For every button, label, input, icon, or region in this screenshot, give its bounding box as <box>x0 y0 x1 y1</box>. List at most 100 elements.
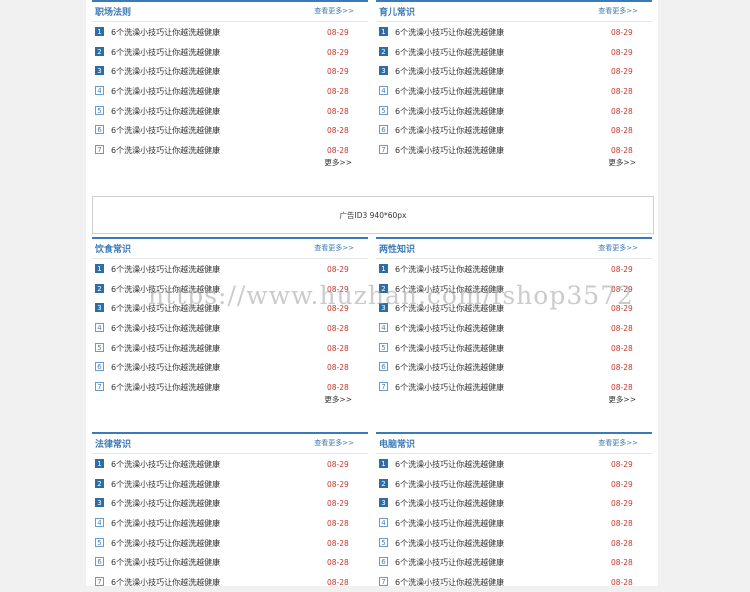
list-item[interactable]: 5 6个洗澡小技巧让你越洗越健康 08-28 <box>92 533 368 553</box>
article-link[interactable]: 6个洗澡小技巧让你越洗越健康 <box>111 498 220 509</box>
article-link[interactable]: 6个洗澡小技巧让你越洗越健康 <box>111 518 220 529</box>
list-item[interactable]: 1 6个洗澡小技巧让你越洗越健康 08-29 <box>92 22 368 42</box>
article-link[interactable]: 6个洗澡小技巧让你越洗越健康 <box>111 538 220 549</box>
list-item[interactable]: 6 6个洗澡小技巧让你越洗越健康 08-28 <box>376 552 652 572</box>
article-link[interactable]: 6个洗澡小技巧让你越洗越健康 <box>111 27 220 38</box>
article-link[interactable]: 6个洗澡小技巧让你越洗越健康 <box>395 343 504 354</box>
article-link[interactable]: 6个洗澡小技巧让你越洗越健康 <box>111 125 220 136</box>
list-item[interactable]: 3 6个洗澡小技巧让你越洗越健康 08-29 <box>376 493 652 513</box>
article-date: 08-28 <box>611 126 633 136</box>
news-list: 1 6个洗澡小技巧让你越洗越健康 08-29 2 6个洗澡小技巧让你越洗越健康 08-29… <box>92 454 368 592</box>
view-more-link[interactable]: 查看更多>> <box>598 6 638 16</box>
article-link[interactable]: 6个洗澡小技巧让你越洗越健康 <box>395 518 504 529</box>
list-item[interactable]: 2 6个洗澡小技巧让你越洗越健康 08-29 <box>376 42 652 62</box>
article-link[interactable]: 6个洗澡小技巧让你越洗越健康 <box>395 382 504 393</box>
article-link[interactable]: 6个洗澡小技巧让你越洗越健康 <box>395 125 504 136</box>
article-link[interactable]: 6个洗澡小技巧让你越洗越健康 <box>395 479 504 490</box>
article-link[interactable]: 6个洗澡小技巧让你越洗越健康 <box>111 145 220 156</box>
list-item[interactable]: 1 6个洗澡小技巧让你越洗越健康 08-29 <box>92 259 368 279</box>
article-link[interactable]: 6个洗澡小技巧让你越洗越健康 <box>111 323 220 334</box>
article-link[interactable]: 6个洗澡小技巧让你越洗越健康 <box>111 382 220 393</box>
article-link[interactable]: 6个洗澡小技巧让你越洗越健康 <box>111 66 220 77</box>
list-item[interactable]: 2 6个洗澡小技巧让你越洗越健康 08-29 <box>92 474 368 494</box>
article-date: 08-29 <box>327 304 349 314</box>
more-link[interactable]: 更多>> <box>608 157 636 168</box>
list-item[interactable]: 6 6个洗澡小技巧让你越洗越健康 08-28 <box>92 120 368 140</box>
article-link[interactable]: 6个洗澡小技巧让你越洗越健康 <box>395 538 504 549</box>
list-item[interactable]: 4 6个洗澡小技巧让你越洗越健康 08-28 <box>376 81 652 101</box>
list-item[interactable]: 4 6个洗澡小技巧让你越洗越健康 08-28 <box>92 318 368 338</box>
panel-title: 育儿常识 <box>379 8 416 18</box>
list-item[interactable]: 4 6个洗澡小技巧让你越洗越健康 08-28 <box>92 81 368 101</box>
list-item[interactable]: 1 6个洗澡小技巧让你越洗越健康 08-29 <box>376 22 652 42</box>
list-item[interactable]: 5 6个洗澡小技巧让你越洗越健康 08-28 <box>376 338 652 358</box>
article-link[interactable]: 6个洗澡小技巧让你越洗越健康 <box>111 47 220 58</box>
article-link[interactable]: 6个洗澡小技巧让你越洗越健康 <box>111 459 220 470</box>
list-item[interactable]: 6 6个洗澡小技巧让你越洗越健康 08-28 <box>92 357 368 377</box>
article-link[interactable]: 6个洗澡小技巧让你越洗越健康 <box>395 362 504 373</box>
article-link[interactable]: 6个洗澡小技巧让你越洗越健康 <box>395 284 504 295</box>
article-link[interactable]: 6个洗澡小技巧让你越洗越健康 <box>395 86 504 97</box>
article-link[interactable]: 6个洗澡小技巧让你越洗越健康 <box>395 264 504 275</box>
list-item[interactable]: 6 6个洗澡小技巧让你越洗越健康 08-28 <box>92 552 368 572</box>
view-more-link[interactable]: 查看更多>> <box>314 243 354 253</box>
list-item[interactable]: 5 6个洗澡小技巧让你越洗越健康 08-28 <box>92 101 368 121</box>
view-more-link[interactable]: 查看更多>> <box>314 438 354 448</box>
article-link[interactable]: 6个洗澡小技巧让你越洗越健康 <box>111 284 220 295</box>
article-link[interactable]: 6个洗澡小技巧让你越洗越健康 <box>395 27 504 38</box>
article-link[interactable]: 6个洗澡小技巧让你越洗越健康 <box>111 303 220 314</box>
list-item[interactable]: 3 6个洗澡小技巧让你越洗越健康 08-29 <box>92 61 368 81</box>
article-link[interactable]: 6个洗澡小技巧让你越洗越健康 <box>395 303 504 314</box>
list-item[interactable]: 2 6个洗澡小技巧让你越洗越健康 08-29 <box>92 42 368 62</box>
rank-badge: 4 <box>379 323 388 333</box>
article-link[interactable]: 6个洗澡小技巧让你越洗越健康 <box>395 557 504 568</box>
article-link[interactable]: 6个洗澡小技巧让你越洗越健康 <box>395 106 504 117</box>
article-link[interactable]: 6个洗澡小技巧让你越洗越健康 <box>111 557 220 568</box>
article-link[interactable]: 6个洗澡小技巧让你越洗越健康 <box>395 145 504 156</box>
article-link[interactable]: 6个洗澡小技巧让你越洗越健康 <box>111 343 220 354</box>
list-item[interactable]: 6 6个洗澡小技巧让你越洗越健康 08-28 <box>376 357 652 377</box>
list-item[interactable]: 3 6个洗澡小技巧让你越洗越健康 08-29 <box>92 298 368 318</box>
list-item[interactable]: 1 6个洗澡小技巧让你越洗越健康 08-29 <box>376 454 652 474</box>
list-item[interactable]: 3 6个洗澡小技巧让你越洗越健康 08-29 <box>376 298 652 318</box>
article-date: 08-28 <box>327 383 349 393</box>
list-item[interactable]: 7 6个洗澡小技巧让你越洗越健康 08-28 <box>376 572 652 592</box>
list-item[interactable]: 4 6个洗澡小技巧让你越洗越健康 08-28 <box>92 513 368 533</box>
article-link[interactable]: 6个洗澡小技巧让你越洗越健康 <box>395 323 504 334</box>
rank-badge: 6 <box>95 557 104 567</box>
list-item[interactable]: 2 6个洗澡小技巧让你越洗越健康 08-29 <box>376 279 652 299</box>
article-link[interactable]: 6个洗澡小技巧让你越洗越健康 <box>111 264 220 275</box>
list-item[interactable]: 6 6个洗澡小技巧让你越洗越健康 08-28 <box>376 120 652 140</box>
article-date: 08-28 <box>327 87 349 97</box>
article-link[interactable]: 6个洗澡小技巧让你越洗越健康 <box>395 459 504 470</box>
more-link[interactable]: 更多>> <box>324 157 352 168</box>
list-item[interactable]: 1 6个洗澡小技巧让你越洗越健康 08-29 <box>376 259 652 279</box>
article-link[interactable]: 6个洗澡小技巧让你越洗越健康 <box>111 479 220 490</box>
list-item[interactable]: 3 6个洗澡小技巧让你越洗越健康 08-29 <box>92 493 368 513</box>
view-more-link[interactable]: 查看更多>> <box>314 6 354 16</box>
article-link[interactable]: 6个洗澡小技巧让你越洗越健康 <box>395 498 504 509</box>
list-item[interactable]: 5 6个洗澡小技巧让你越洗越健康 08-28 <box>92 338 368 358</box>
list-item[interactable]: 5 6个洗澡小技巧让你越洗越健康 08-28 <box>376 533 652 553</box>
article-link[interactable]: 6个洗澡小技巧让你越洗越健康 <box>395 66 504 77</box>
article-link[interactable]: 6个洗澡小技巧让你越洗越健康 <box>111 362 220 373</box>
list-item[interactable]: 7 6个洗澡小技巧让你越洗越健康 08-28 <box>92 572 368 592</box>
view-more-link[interactable]: 查看更多>> <box>598 438 638 448</box>
article-link[interactable]: 6个洗澡小技巧让你越洗越健康 <box>111 577 220 588</box>
article-link[interactable]: 6个洗澡小技巧让你越洗越健康 <box>395 577 504 588</box>
list-item[interactable]: 1 6个洗澡小技巧让你越洗越健康 08-29 <box>92 454 368 474</box>
list-item[interactable]: 3 6个洗澡小技巧让你越洗越健康 08-29 <box>376 61 652 81</box>
list-item[interactable]: 4 6个洗澡小技巧让你越洗越健康 08-28 <box>376 513 652 533</box>
list-item[interactable]: 2 6个洗澡小技巧让你越洗越健康 08-29 <box>92 279 368 299</box>
more-link[interactable]: 更多>> <box>608 394 636 405</box>
article-link[interactable]: 6个洗澡小技巧让你越洗越健康 <box>395 47 504 58</box>
list-item[interactable]: 4 6个洗澡小技巧让你越洗越健康 08-28 <box>376 318 652 338</box>
list-item[interactable]: 2 6个洗澡小技巧让你越洗越健康 08-29 <box>376 474 652 494</box>
article-link[interactable]: 6个洗澡小技巧让你越洗越健康 <box>111 106 220 117</box>
view-more-link[interactable]: 查看更多>> <box>598 243 638 253</box>
article-link[interactable]: 6个洗澡小技巧让你越洗越健康 <box>111 86 220 97</box>
list-item[interactable]: 5 6个洗澡小技巧让你越洗越健康 08-28 <box>376 101 652 121</box>
rank-badge: 1 <box>95 459 104 468</box>
more-link[interactable]: 更多>> <box>324 394 352 405</box>
ad-banner[interactable]: 广告ID3 940*60px <box>92 196 654 234</box>
